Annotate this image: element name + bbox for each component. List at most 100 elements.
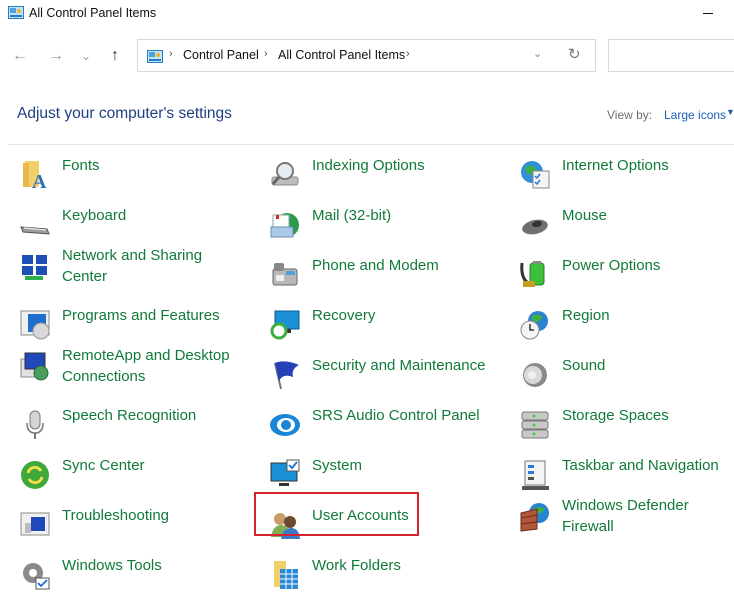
- control-panel-item-label[interactable]: Taskbar and Navigation: [562, 455, 719, 476]
- control-panel-item-label[interactable]: Internet Options: [562, 155, 669, 176]
- control-panel-item[interactable]: Speech Recognition: [18, 405, 248, 445]
- divider: [8, 144, 734, 145]
- speaker-icon: [523, 363, 547, 387]
- phone-icon: [272, 263, 298, 286]
- highlight-box: [254, 492, 419, 536]
- control-panel-item-label[interactable]: Power Options: [562, 255, 660, 276]
- recovery-icon: [270, 310, 300, 340]
- control-panel-item[interactable]: Mail (32-bit): [268, 205, 498, 245]
- control-panel-item-label[interactable]: Windows Tools: [62, 555, 162, 576]
- control-panel-item[interactable]: Windows Tools: [18, 555, 248, 595]
- internet-options-icon: [521, 161, 550, 189]
- refresh-icon[interactable]: ↻: [568, 45, 581, 63]
- address-bar[interactable]: › Control Panel › All Control Panel Item…: [137, 39, 596, 72]
- arrow-up-icon: ↑: [111, 47, 119, 64]
- control-panel-item[interactable]: Work Folders: [268, 555, 498, 595]
- control-panel-item-label[interactable]: Phone and Modem: [312, 255, 439, 276]
- breadcrumb-separator[interactable]: ›: [406, 48, 410, 60]
- fonts-folder-icon: A: [23, 161, 47, 191]
- control-panel-item[interactable]: Taskbar and Navigation: [518, 455, 734, 495]
- control-panel-item-label[interactable]: Work Folders: [312, 555, 401, 576]
- up-button[interactable]: ↑: [103, 44, 127, 68]
- control-panel-item[interactable]: Security and Maintenance: [268, 355, 498, 395]
- mouse-icon: [522, 219, 548, 235]
- control-panel-item-label[interactable]: System: [312, 455, 362, 476]
- control-panel-item[interactable]: Troubleshooting: [18, 505, 248, 545]
- control-panel-item-label[interactable]: Storage Spaces: [562, 405, 669, 426]
- control-panel-item[interactable]: System: [268, 455, 498, 495]
- network-icon: [22, 255, 47, 280]
- control-panel-item-label[interactable]: Indexing Options: [312, 155, 425, 176]
- control-panel-item[interactable]: Storage Spaces: [518, 405, 734, 445]
- control-panel-item[interactable]: A Fonts: [18, 155, 248, 195]
- remote-desktop-icon: [20, 352, 49, 381]
- control-panel-icon: [8, 6, 24, 19]
- minimize-button[interactable]: [694, 0, 724, 28]
- title-bar: All Control Panel Items: [0, 0, 734, 30]
- control-panel-item[interactable]: Phone and Modem: [268, 255, 498, 295]
- address-dropdown-icon[interactable]: ⌄: [533, 47, 542, 60]
- control-panel-item[interactable]: Sound: [518, 355, 734, 395]
- page-heading: Adjust your computer's settings: [17, 105, 232, 122]
- svg-text:A: A: [32, 171, 47, 191]
- back-button[interactable]: ←: [8, 44, 32, 68]
- control-panel-item-label[interactable]: Programs and Features: [62, 305, 220, 326]
- control-panel-item[interactable]: Windows Defender Firewall: [518, 495, 734, 535]
- control-panel-item[interactable]: Power Options: [518, 255, 734, 295]
- mail-icon: [270, 213, 299, 238]
- control-panel-item-label[interactable]: Troubleshooting: [62, 505, 169, 526]
- control-panel-item[interactable]: Indexing Options: [268, 155, 498, 195]
- control-panel-item-label[interactable]: Mail (32-bit): [312, 205, 391, 226]
- breadcrumb-separator[interactable]: ›: [264, 48, 268, 60]
- search-input[interactable]: [608, 39, 734, 72]
- control-panel-item-label[interactable]: Fonts: [62, 155, 100, 176]
- view-by-dropdown[interactable]: Large icons: [664, 108, 726, 122]
- control-panel-item-label[interactable]: Windows Defender Firewall: [562, 495, 732, 537]
- firewall-icon: [520, 503, 549, 532]
- arrow-right-icon: →: [48, 47, 64, 64]
- keyboard-icon: [20, 226, 50, 235]
- view-by-arrow-icon[interactable]: ▼: [726, 107, 734, 117]
- control-panel-item-label[interactable]: Speech Recognition: [62, 405, 196, 426]
- control-panel-item-label[interactable]: RemoteApp and Desktop Connections: [62, 345, 232, 387]
- recent-locations-button[interactable]: ⌄: [74, 44, 98, 68]
- control-panel-item[interactable]: Network and Sharing Center: [18, 245, 248, 285]
- taskbar-icon: [522, 460, 549, 490]
- control-panel-item[interactable]: Internet Options: [518, 155, 734, 195]
- control-panel-icon: [147, 50, 163, 63]
- control-panel-item-label[interactable]: Recovery: [312, 305, 375, 326]
- breadcrumb-separator[interactable]: ›: [169, 48, 173, 60]
- control-panel-item-label[interactable]: Keyboard: [62, 205, 126, 226]
- control-panel-item-label[interactable]: Security and Maintenance: [312, 355, 485, 376]
- control-panel-item[interactable]: RemoteApp and Desktop Connections: [18, 345, 248, 385]
- breadcrumb-control-panel[interactable]: Control Panel: [183, 48, 259, 62]
- control-panel-item-label[interactable]: Region: [562, 305, 610, 326]
- window-title: All Control Panel Items: [29, 6, 157, 20]
- forward-button[interactable]: →: [44, 44, 68, 68]
- work-folders-icon: [274, 561, 298, 589]
- view-by-label: View by:: [607, 108, 653, 122]
- monitor-check-icon: [270, 459, 300, 486]
- globe-clock-icon: [520, 311, 548, 340]
- troubleshooting-icon: [20, 512, 50, 536]
- srs-audio-icon: [270, 414, 300, 436]
- arrow-left-icon: ←: [12, 47, 28, 64]
- control-panel-item[interactable]: Recovery: [268, 305, 498, 345]
- control-panel-item[interactable]: SRS Audio Control Panel: [268, 405, 498, 445]
- control-panel-item[interactable]: Programs and Features: [18, 305, 248, 345]
- navigation-bar: ← → ⌄ ↑ › Control Panel › All Control Pa…: [0, 38, 734, 74]
- breadcrumb-all-items[interactable]: All Control Panel Items: [278, 48, 405, 62]
- control-panel-item[interactable]: Keyboard: [18, 205, 248, 245]
- control-panel-item-label[interactable]: SRS Audio Control Panel: [312, 405, 480, 426]
- control-panel-item-label[interactable]: Sound: [562, 355, 605, 376]
- sync-icon: [21, 461, 49, 489]
- control-panel-item-label[interactable]: Mouse: [562, 205, 607, 226]
- control-panel-item-label[interactable]: Network and Sharing Center: [62, 245, 232, 287]
- chevron-down-icon: ⌄: [80, 49, 92, 63]
- storage-drives-icon: [521, 411, 549, 439]
- control-panel-item[interactable]: Sync Center: [18, 455, 248, 495]
- control-panel-item-label[interactable]: Sync Center: [62, 455, 145, 476]
- control-panel-item[interactable]: Mouse: [518, 205, 734, 245]
- control-panel-item[interactable]: Region: [518, 305, 734, 345]
- gear-check-icon: [23, 563, 50, 590]
